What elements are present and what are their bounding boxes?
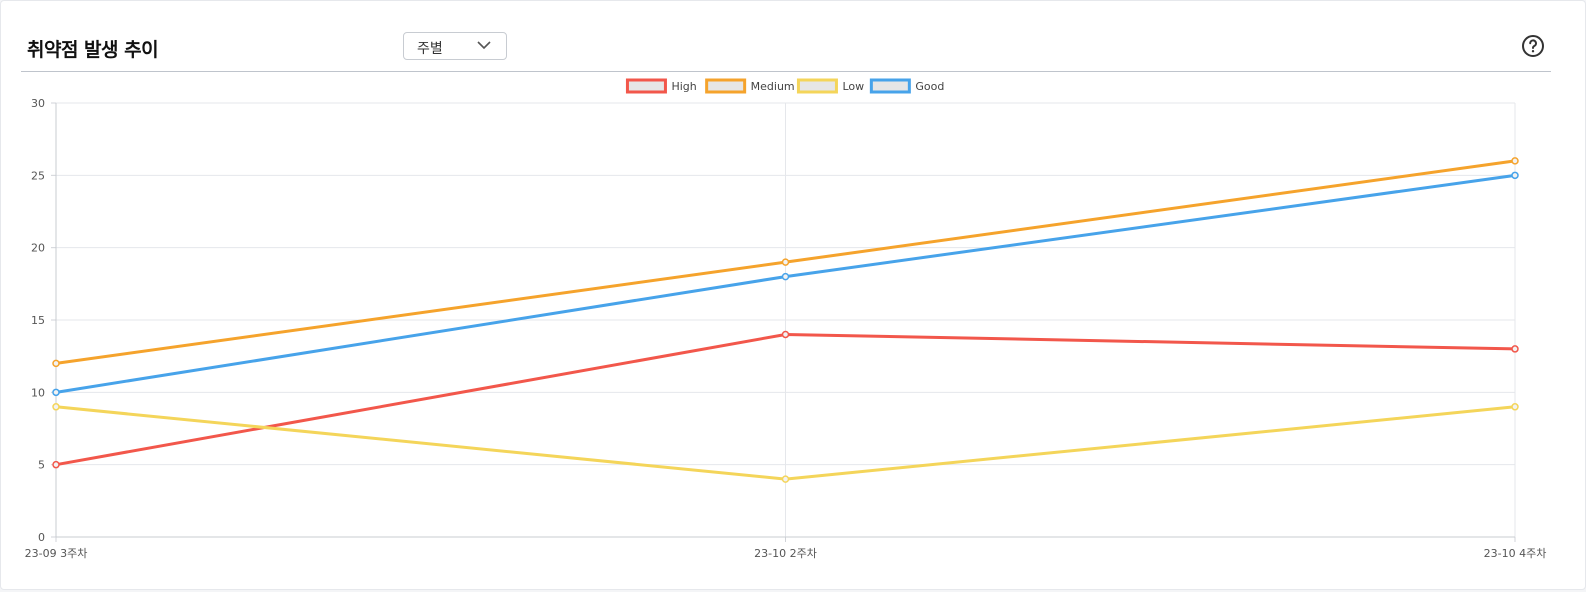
data-point-low [52, 403, 60, 411]
legend-label-medium: Medium [751, 80, 795, 93]
legend-label-low: Low [842, 80, 864, 93]
data-point-medium [52, 359, 60, 368]
data-point-good [52, 388, 60, 397]
legend-label-good: Good [915, 80, 944, 93]
data-point-high [781, 330, 790, 339]
data-point-medium [781, 258, 790, 266]
y-tick-label: 10 [31, 386, 45, 399]
data-point-low [1511, 403, 1519, 411]
y-tick-label: 20 [31, 242, 45, 255]
y-tick-label: 30 [31, 97, 45, 110]
legend-swatch-high [625, 78, 667, 94]
data-point-high [52, 460, 60, 469]
data-point-good [1511, 171, 1519, 180]
legend-label-high: High [671, 80, 696, 93]
legend-swatch-medium [705, 78, 747, 94]
x-tick-label: 23-10 2주차 [754, 547, 817, 560]
data-point-good [781, 272, 790, 281]
legend-swatch-low [796, 78, 838, 94]
data-point-high [1511, 345, 1519, 353]
y-tick-label: 15 [31, 314, 45, 327]
y-tick-label: 5 [38, 459, 45, 472]
trend-panel: 취약점 발생 추이 주별 0 5 10 15 20 25 30 23-09 3주차 23-10 … [0, 0, 1586, 590]
data-point-medium [1511, 157, 1519, 165]
y-tick-label: 0 [38, 531, 45, 544]
x-tick-label: 23-10 4주차 [1484, 547, 1547, 560]
legend-swatch-good [869, 78, 911, 94]
y-tick-label: 25 [31, 169, 45, 182]
x-tick-label: 23-09 3주차 [25, 547, 88, 560]
data-point-low [781, 475, 790, 483]
trend-line-chart: 0 5 10 15 20 25 30 23-09 3주차 23-10 2주차 23-10 4주차 H… [25, 78, 1547, 560]
